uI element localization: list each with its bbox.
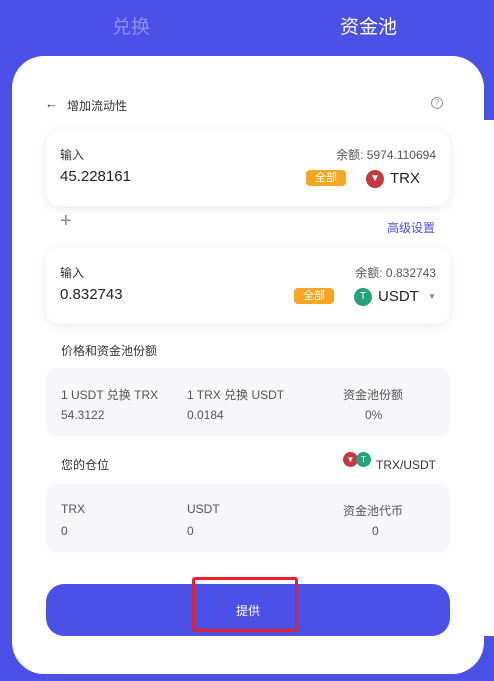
max-button[interactable]: 全部 [306,170,346,186]
pair-icons: ▼ T [343,452,373,470]
tab-pool[interactable]: 资金池 [340,12,397,39]
price-value: 54.3122 [61,408,105,422]
plus-icon: + [60,210,72,232]
pool-share-value: 0% [365,408,383,422]
pool-share-label: 资金池份额 [343,388,404,402]
page-title: 增加流动性 [67,99,128,113]
pool-token-value: 0 [372,524,379,538]
balance-text: 余额: 0.832743 [355,266,436,280]
position-section-title: 您的仓位 [61,458,110,472]
price-info-box: 1 USDT 兑换 TRX 54.3122 1 TRX 兑换 USDT 0.01… [46,368,450,436]
usdt-logo-icon: T [354,288,372,306]
highlight-annotation [192,577,298,632]
advanced-settings-link[interactable]: 高级设置 [387,219,435,236]
trx-logo-icon: ▼ [366,170,384,188]
price-label: 1 TRX 兑换 USDT [187,388,285,402]
position-info-box: TRX 0 USDT 0 资金池代币 0 [46,484,450,552]
amount-input[interactable]: 0.832743 [60,286,123,303]
price-value: 0.0184 [187,408,224,422]
tab-swap[interactable]: 兑换 [112,12,150,39]
pool-token-label: 资金池代币 [343,504,404,518]
position-label: USDT [187,502,220,516]
chevron-down-icon[interactable]: ▼ [428,292,436,301]
arrow-left-icon[interactable]: ← [45,96,58,111]
input-panel-trx: 输入 余额: 5974.110694 45.228161 全部 ▼ TRX [46,130,450,206]
input-label: 输入 [60,148,85,162]
amount-input[interactable]: 45.228161 [60,168,131,185]
position-value: 0 [187,524,194,538]
input-panel-usdt: 输入 余额: 0.832743 0.832743 全部 T USDT ▼ [46,248,450,324]
token-name: TRX [390,170,420,187]
token-name[interactable]: USDT [378,288,419,305]
max-button[interactable]: 全部 [294,288,334,304]
top-tabs: 兑换 资金池 [0,0,494,56]
balance-text: 余额: 5974.110694 [336,148,436,162]
position-value: 0 [61,524,68,538]
usdt-logo-icon: T [356,452,371,467]
help-circle-icon[interactable]: ? [431,97,443,109]
pair-label: TRX/USDT [376,458,436,472]
price-label: 1 USDT 兑换 TRX [61,388,159,402]
input-label: 输入 [60,266,85,280]
position-label: TRX [61,502,85,516]
price-section-title: 价格和资金池份额 [61,344,158,358]
page-header: ← 增加流动性 ? [45,96,445,114]
